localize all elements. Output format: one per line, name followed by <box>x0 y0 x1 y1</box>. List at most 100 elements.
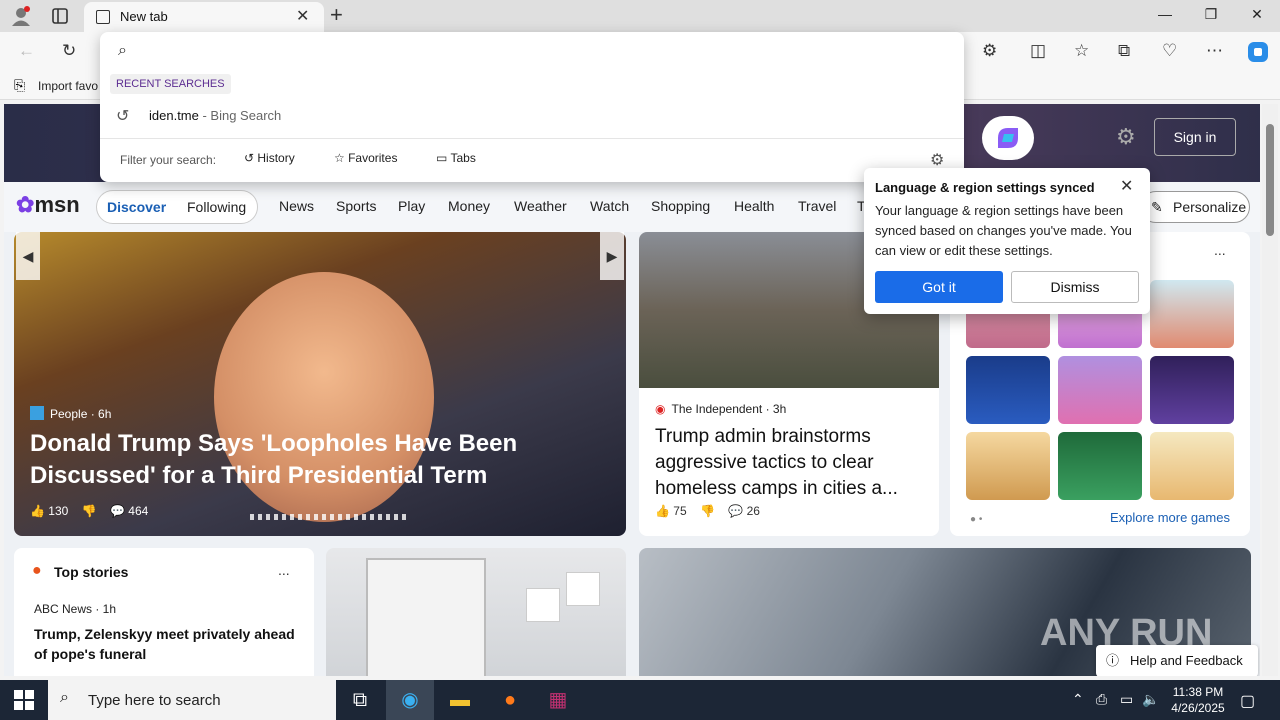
like-icon[interactable]: 👍 <box>30 504 45 518</box>
scrollbar-thumb[interactable] <box>1266 124 1274 236</box>
close-window-button[interactable]: ✕ <box>1234 6 1280 23</box>
address-input[interactable] <box>144 38 944 64</box>
profile-icon[interactable] <box>10 5 32 27</box>
copilot-button[interactable] <box>982 116 1034 160</box>
comment-icon[interactable]: 💬 <box>110 504 125 518</box>
notifications-icon[interactable]: ▢ <box>1240 691 1255 711</box>
nav-watch[interactable]: Watch <box>590 198 629 214</box>
help-feedback-button[interactable]: ⓘ Help and Feedback <box>1096 645 1258 676</box>
file-explorer-icon[interactable]: ▬ <box>436 680 484 720</box>
game-tile[interactable] <box>966 432 1050 500</box>
story-source: People · 6h <box>30 406 111 421</box>
game-tile[interactable] <box>1150 280 1234 348</box>
games-more-button[interactable]: ... <box>1214 242 1226 258</box>
flame-icon: ● <box>32 562 42 579</box>
top-stories-title[interactable]: Top stories <box>54 564 128 580</box>
games-pager-dots[interactable]: ● • <box>970 514 982 525</box>
sign-in-button[interactable]: Sign in <box>1154 118 1236 156</box>
back-button[interactable]: ← <box>18 41 35 61</box>
like-icon[interactable]: 👍 <box>655 504 670 518</box>
device-image <box>566 572 600 606</box>
maximize-button[interactable]: ❐ <box>1188 6 1234 23</box>
following-tab[interactable]: Following <box>187 199 246 215</box>
main-story-card[interactable]: People · 6h Donald Trump Says 'Loopholes… <box>14 232 626 536</box>
import-favorites-link[interactable]: Import favo <box>38 79 98 93</box>
popup-title: Language & region settings synced <box>875 180 1095 195</box>
page-scrollbar[interactable] <box>1262 104 1278 676</box>
filter-history-button[interactable]: ↺ History <box>244 151 295 165</box>
filter-favorites-button[interactable]: ☆ Favorites <box>334 151 397 165</box>
edge-app-icon[interactable]: ◉ <box>386 680 434 720</box>
taskbar-clock[interactable]: 11:38 PM 4/26/2025 <box>1162 684 1234 716</box>
close-tab-icon[interactable]: ✕ <box>296 6 309 26</box>
nav-shopping[interactable]: Shopping <box>651 198 710 214</box>
device-image <box>526 588 560 622</box>
game-tile[interactable] <box>1058 432 1142 500</box>
explore-more-games-link[interactable]: Explore more games <box>1110 510 1230 525</box>
pencil-icon: ✎ <box>1151 199 1163 215</box>
task-view-icon[interactable]: ⧉ <box>336 680 384 720</box>
firefox-icon[interactable]: ● <box>486 680 534 720</box>
filter-tabs-button[interactable]: ▭ Tabs <box>436 151 476 165</box>
favorites-icon[interactable]: ☆ <box>1074 41 1089 61</box>
nav-play[interactable]: Play <box>398 198 425 214</box>
carousel-dots[interactable] <box>250 514 410 520</box>
suggestion-item[interactable]: iden.tme - Bing Search <box>149 108 281 123</box>
filter-label: Filter your search: <box>120 153 217 167</box>
carousel-next-button[interactable]: ▶ <box>600 232 624 280</box>
collections-icon[interactable]: ⧉ <box>1118 41 1130 61</box>
settings-gear-icon[interactable]: ⚙ <box>1116 124 1136 150</box>
network-icon[interactable]: ⎙ <box>1096 691 1107 708</box>
story-title[interactable]: Donald Trump Says 'Loopholes Have Been D… <box>30 428 620 492</box>
show-hidden-icons-icon[interactable]: ⌃ <box>1072 691 1084 708</box>
copilot-icon[interactable] <box>1246 40 1270 64</box>
new-tab-button[interactable]: + <box>330 2 343 28</box>
search-icon: ⌕ <box>60 689 69 706</box>
tab-new-tab[interactable]: New tab ✕ <box>84 2 324 32</box>
game-tile[interactable] <box>1150 356 1234 424</box>
top-stories-more-button[interactable]: ... <box>278 562 290 578</box>
volume-icon[interactable]: ▭ <box>1120 691 1133 708</box>
comment-icon[interactable]: 💬 <box>728 504 743 518</box>
independent-logo-icon: ◉ <box>655 402 666 416</box>
story-title[interactable]: Trump admin brainstorms aggressive tacti… <box>655 424 925 502</box>
carousel-prev-button[interactable]: ◀ <box>16 232 40 280</box>
settings-gear-icon[interactable]: ⚙ <box>930 150 944 170</box>
speaker-icon[interactable]: 🔈 <box>1142 691 1159 708</box>
browser-essentials-icon[interactable]: ♡ <box>1162 41 1177 61</box>
story-stats: 👍 75 👎 💬 26 <box>655 504 760 518</box>
windows-start-icon[interactable] <box>14 690 34 710</box>
story-title[interactable]: Trump, Zelenskyy meet privately ahead of… <box>34 624 304 664</box>
more-menu-icon[interactable]: ⋯ <box>1206 41 1223 61</box>
dislike-icon[interactable]: 👎 <box>700 504 715 518</box>
like-count: 130 <box>48 504 69 518</box>
nav-money[interactable]: Money <box>448 198 490 214</box>
game-tile[interactable] <box>1058 356 1142 424</box>
split-screen-icon[interactable]: ◫ <box>1030 41 1046 61</box>
nav-sports[interactable]: Sports <box>336 198 376 214</box>
dismiss-button[interactable]: Dismiss <box>1011 271 1139 303</box>
winrar-icon[interactable]: ▦ <box>534 680 582 720</box>
nav-weather[interactable]: Weather <box>514 198 567 214</box>
got-it-button[interactable]: Got it <box>875 271 1003 303</box>
history-icon: ↺ <box>244 151 258 165</box>
taskbar-search-box[interactable]: ⌕ Type here to search <box>48 680 336 720</box>
discover-tab[interactable]: Discover <box>107 199 166 215</box>
msn-logo[interactable]: ✿msn <box>16 192 80 218</box>
garage-story-card[interactable] <box>326 548 626 676</box>
nav-news[interactable]: News <box>279 198 314 214</box>
personalize-button[interactable]: ✎ Personalize <box>1140 191 1250 223</box>
refresh-button[interactable]: ↻ <box>62 41 76 61</box>
nav-health[interactable]: Health <box>734 198 774 214</box>
tab-title: New tab <box>120 9 168 24</box>
game-tile[interactable] <box>966 356 1050 424</box>
minimize-button[interactable]: — <box>1142 6 1188 22</box>
tab-actions-icon[interactable] <box>50 6 70 26</box>
close-icon[interactable]: ✕ <box>1120 176 1133 196</box>
nav-travel[interactable]: Travel <box>798 198 836 214</box>
story-source: ◉ The Independent · 3h <box>655 402 787 416</box>
import-icon: ⎘ <box>14 77 26 93</box>
extensions-icon[interactable]: ⚙ <box>982 41 997 61</box>
dislike-icon[interactable]: 👎 <box>82 504 97 518</box>
game-tile[interactable] <box>1150 432 1234 500</box>
